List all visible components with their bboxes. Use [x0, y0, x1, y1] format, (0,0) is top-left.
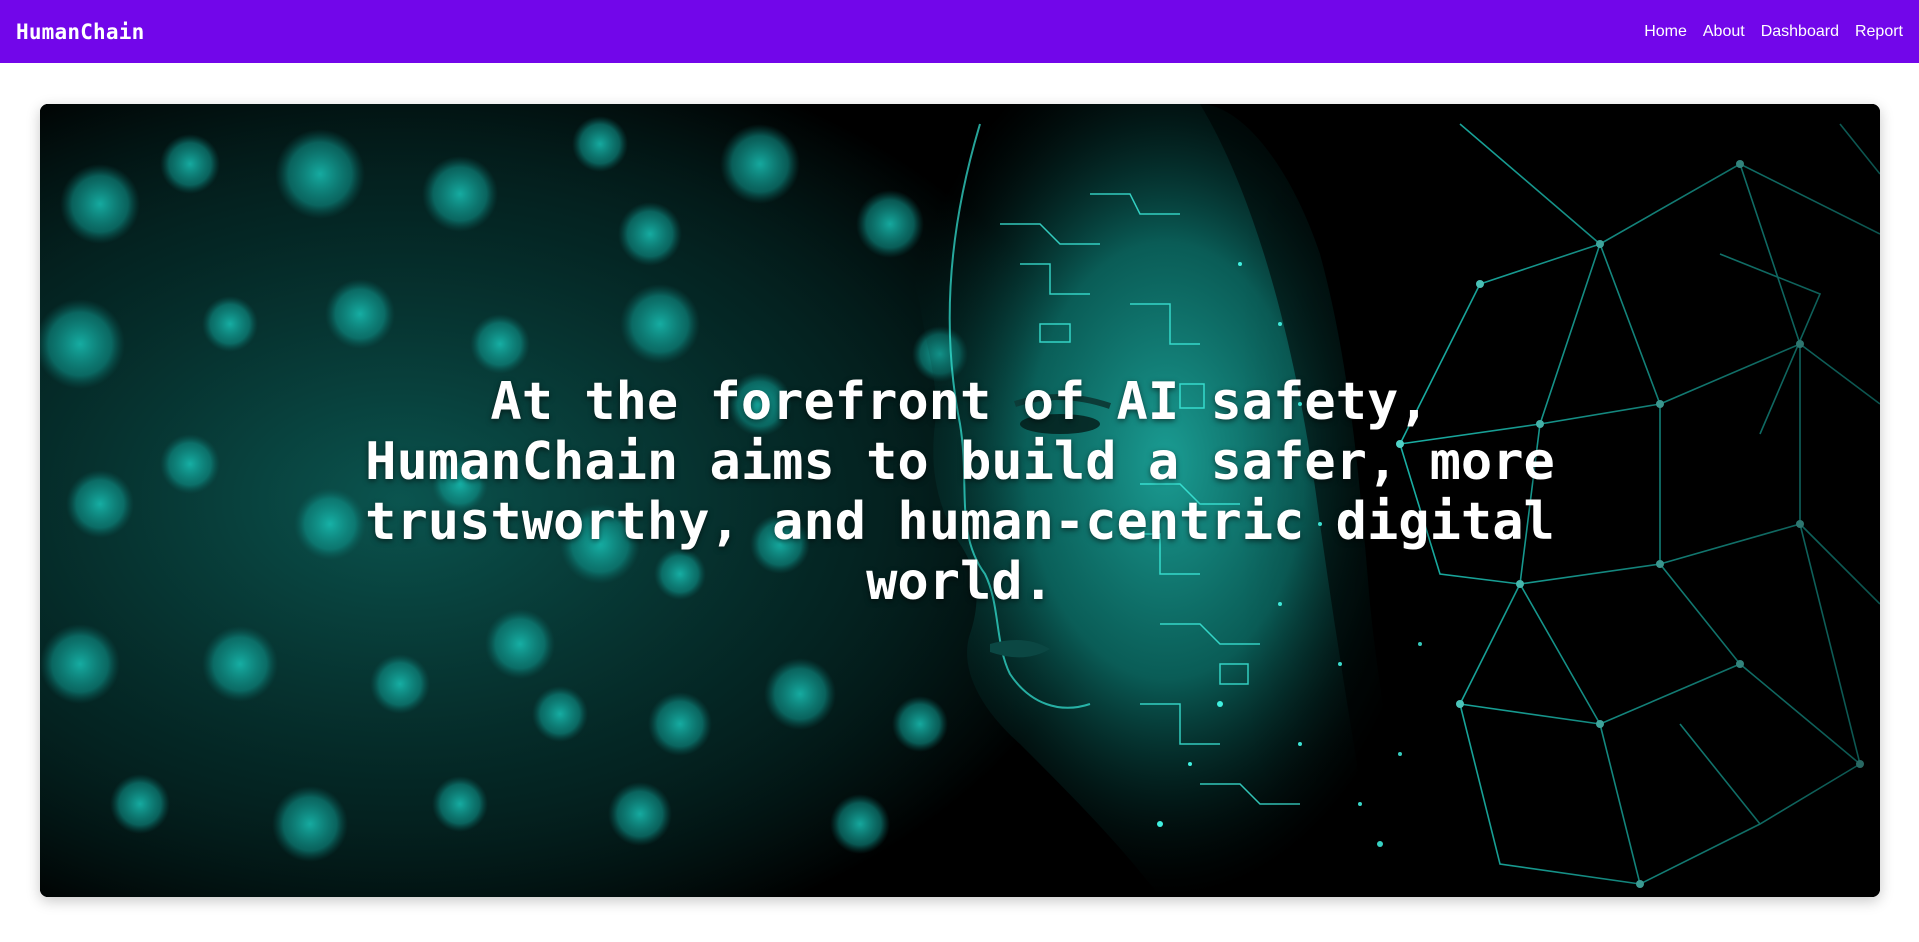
nav-links: Home About Dashboard Report [1636, 23, 1903, 41]
nav-link-home[interactable]: Home [1636, 23, 1695, 41]
hero-banner: At the forefront of AI safety, HumanChai… [40, 104, 1880, 897]
nav-link-dashboard[interactable]: Dashboard [1753, 23, 1847, 41]
nav-link-about[interactable]: About [1695, 23, 1753, 41]
hero-headline: At the forefront of AI safety, HumanChai… [365, 372, 1555, 612]
nav-link-report[interactable]: Report [1847, 23, 1903, 41]
brand-logo[interactable]: HumanChain [16, 20, 144, 44]
navbar: HumanChain Home About Dashboard Report [0, 0, 1919, 63]
